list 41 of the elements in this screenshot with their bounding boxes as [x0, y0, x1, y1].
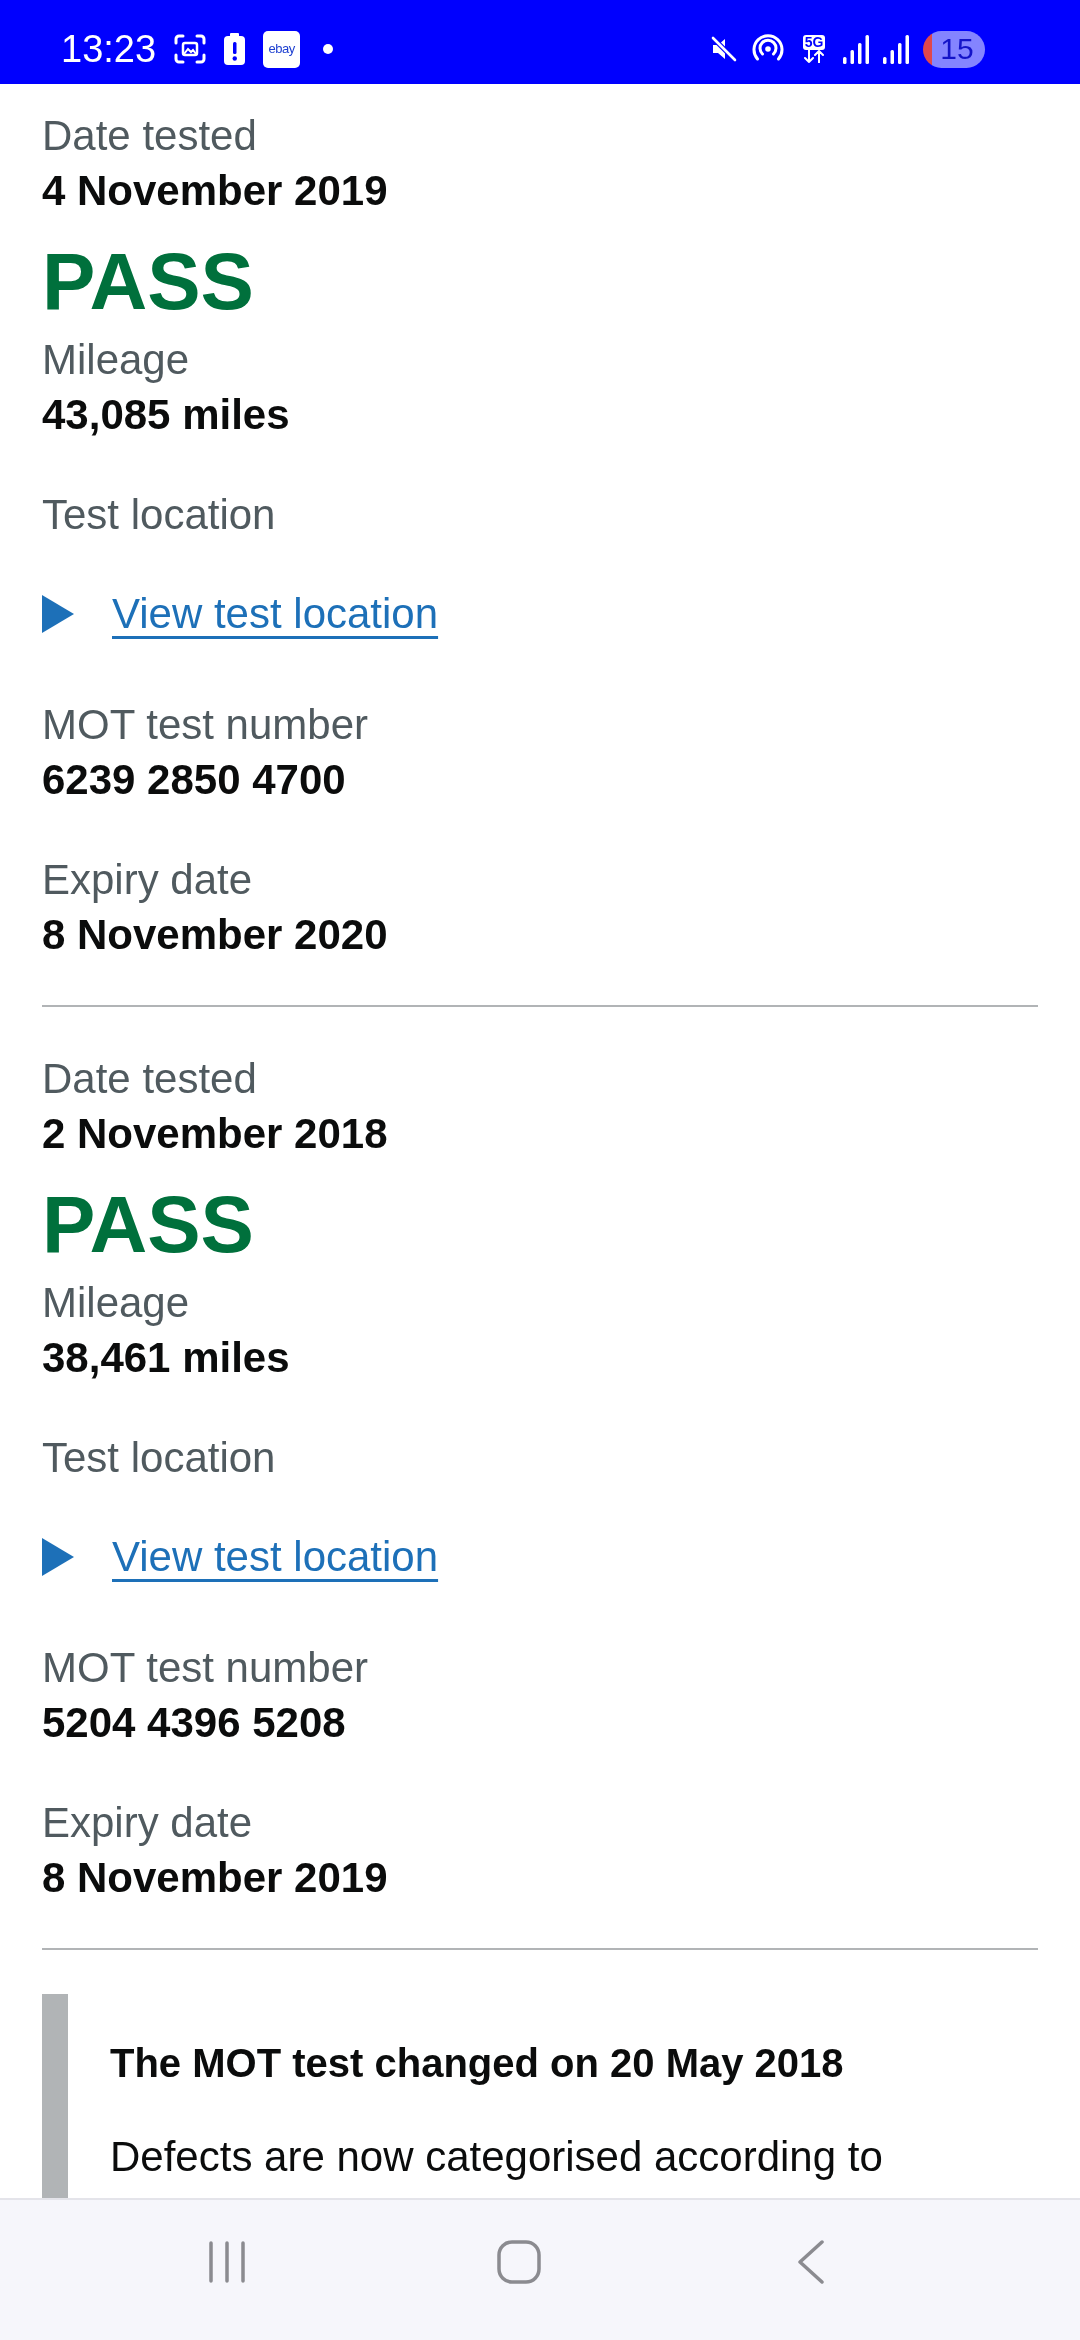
- mileage-label: Mileage: [42, 335, 190, 385]
- battery-indicator: 15: [923, 30, 985, 68]
- home-icon: [497, 2240, 541, 2284]
- expiry-date-label: Expiry date: [42, 1798, 253, 1848]
- mot-test-number-value: 6239 2850 4700: [42, 755, 346, 805]
- mot-test-number-label: MOT test number: [42, 1643, 368, 1693]
- notice-text: Defects are now categorised according to: [110, 2132, 883, 2182]
- test-result: PASS: [42, 1179, 254, 1271]
- mot-test-number-label: MOT test number: [42, 700, 368, 750]
- notice-heading: The MOT test changed on 20 May 2018: [110, 2040, 844, 2087]
- mileage-value: 43,085 miles: [42, 390, 290, 440]
- mileage-value: 38,461 miles: [42, 1333, 290, 1383]
- status-time: 13:23: [61, 27, 157, 71]
- app-notification-icon: ebay: [263, 30, 301, 68]
- expiry-date-value: 8 November 2019: [42, 1853, 388, 1903]
- date-tested-label: Date tested: [42, 1054, 257, 1104]
- view-test-location-link[interactable]: View test location: [112, 1529, 439, 1584]
- screenshot-icon: [174, 34, 207, 64]
- test-location-label: Test location: [42, 1433, 276, 1483]
- mileage-label: Mileage: [42, 1278, 190, 1328]
- signal-icon: [843, 34, 870, 64]
- test-result: PASS: [42, 236, 254, 328]
- expiry-date-label: Expiry date: [42, 855, 253, 905]
- notification-dot-icon: [323, 44, 334, 54]
- date-tested-value: 4 November 2019: [42, 166, 388, 216]
- signal-icon: [883, 34, 910, 64]
- test-location-label: Test location: [42, 490, 276, 540]
- back-icon: [797, 2240, 825, 2284]
- network-type-label: 5G: [802, 35, 826, 50]
- mot-test-number-value: 5204 4396 5208: [42, 1698, 346, 1748]
- recent-apps-icon: [208, 2241, 246, 2283]
- alert-icon: [224, 33, 246, 65]
- date-tested-label: Date tested: [42, 111, 257, 161]
- hotspot-icon: [751, 34, 785, 64]
- mute-icon: [710, 35, 738, 63]
- disclosure-triangle-icon[interactable]: [42, 594, 74, 633]
- view-test-location-link[interactable]: View test location: [112, 586, 439, 641]
- data-arrows-icon: [803, 50, 825, 63]
- expiry-date-value: 8 November 2020: [42, 910, 388, 960]
- disclosure-triangle-icon[interactable]: [42, 1537, 74, 1576]
- date-tested-value: 2 November 2018: [42, 1109, 388, 1159]
